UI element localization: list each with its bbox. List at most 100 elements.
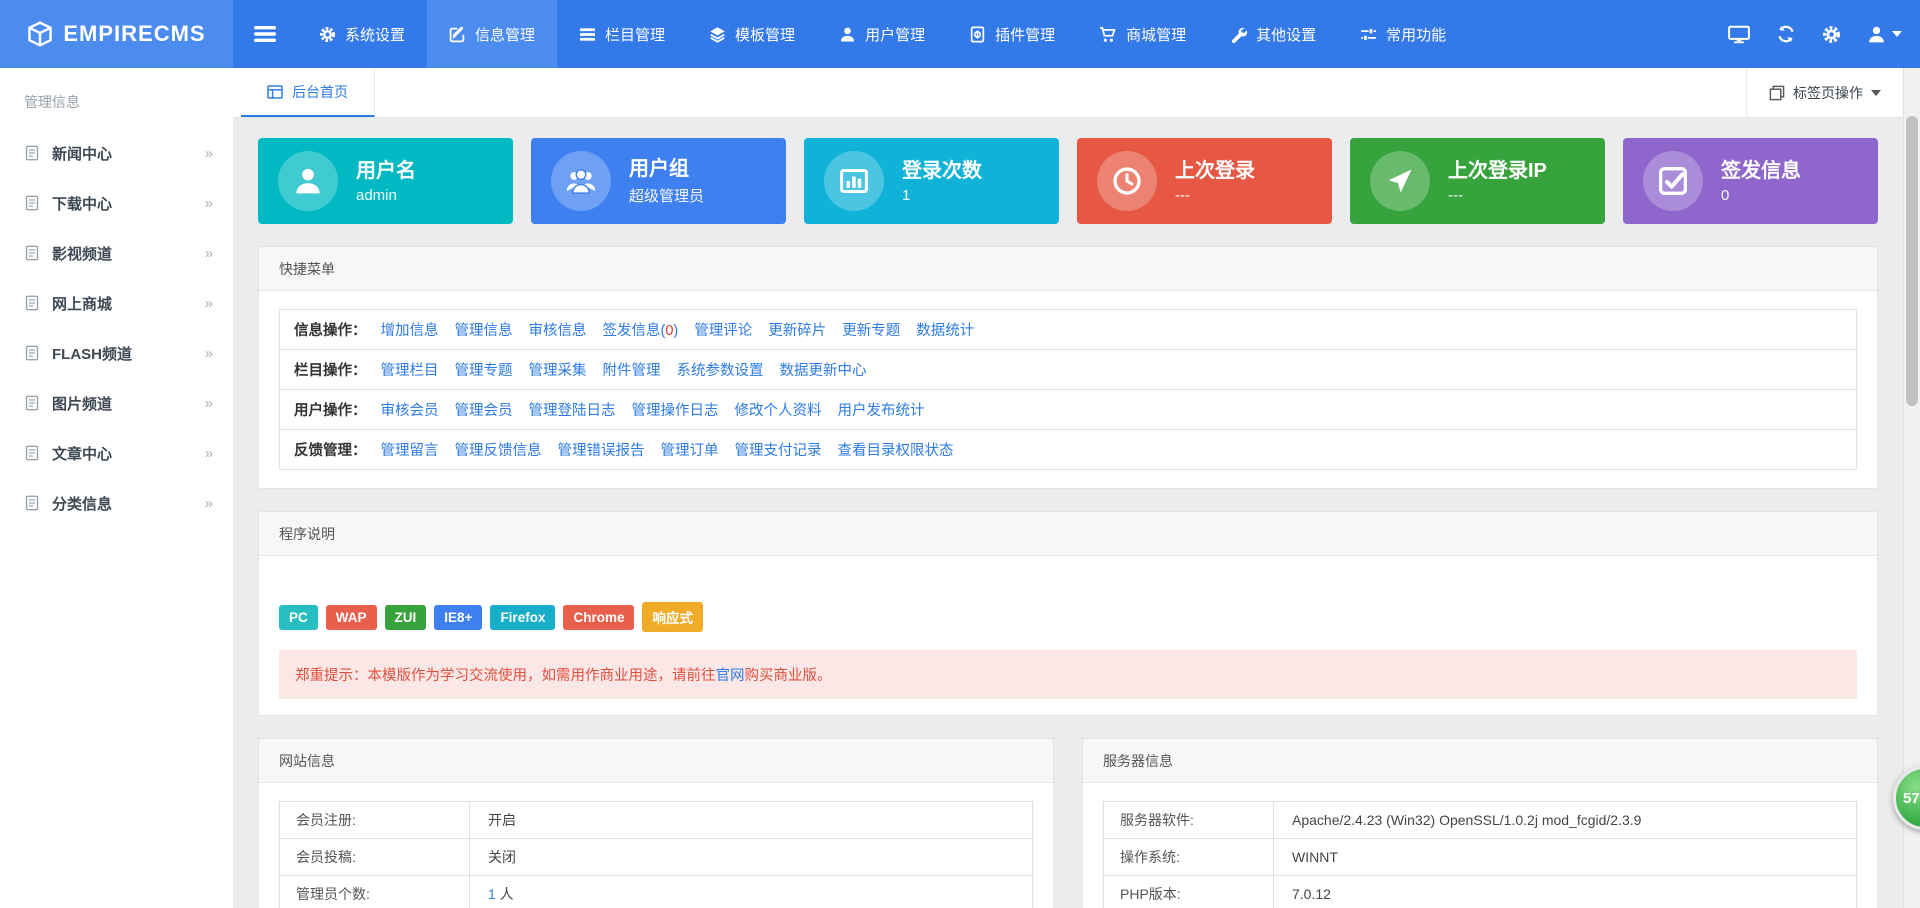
quick-link[interactable]: 用户发布统计: [838, 399, 925, 420]
document-icon: [24, 445, 40, 461]
table-row: PHP版本: 7.0.12: [1104, 876, 1856, 908]
badge-chrome: Chrome: [563, 605, 634, 630]
admin-count-link[interactable]: 1: [488, 886, 496, 902]
chevron-double-right-icon: »: [205, 345, 213, 362]
nav-item-other-settings[interactable]: 其他设置: [1208, 0, 1338, 68]
card-title: 上次登录IP: [1448, 159, 1547, 183]
user-menu-icon[interactable]: [1867, 25, 1902, 44]
card-value: 超级管理员: [629, 185, 704, 206]
windows-stack-icon: [1769, 85, 1785, 101]
sidebar-item-online-mall[interactable]: 网上商城 »: [0, 278, 233, 328]
stat-card-last-login: 上次登录 ---: [1077, 138, 1332, 224]
badge-count: 57: [1903, 790, 1920, 807]
bar-chart-icon: [824, 151, 884, 211]
quick-link[interactable]: 附件管理: [603, 359, 661, 380]
tab-operations-dropdown[interactable]: 标签页操作: [1746, 68, 1903, 117]
nav-item-user-management[interactable]: 用户管理: [817, 0, 947, 68]
nav-item-template-management[interactable]: 模板管理: [687, 0, 817, 68]
quick-link-sign-info[interactable]: 签发信息(0): [603, 319, 679, 340]
document-icon: [24, 395, 40, 411]
official-site-link[interactable]: 官网: [716, 668, 745, 684]
nav-item-label: 信息管理: [475, 24, 535, 45]
content-area: 用户名 admin 用户组 超级管理员 登录次数 1: [233, 118, 1903, 908]
brand-logo[interactable]: EMPIRECMS: [0, 0, 233, 68]
badge-ie8: IE8+: [434, 605, 482, 630]
quick-link[interactable]: 管理栏目: [381, 359, 439, 380]
nav-item-common-functions[interactable]: 常用功能: [1338, 0, 1468, 68]
nav-item-column-management[interactable]: 栏目管理: [557, 0, 687, 68]
cube-icon: [27, 21, 53, 47]
quick-link[interactable]: 修改个人资料: [735, 399, 822, 420]
tab-dashboard-home[interactable]: 后台首页: [241, 68, 375, 117]
quick-link[interactable]: 查看目录权限状态: [838, 439, 954, 460]
cart-icon: [1099, 26, 1117, 43]
nav-item-system-settings[interactable]: 系统设置: [297, 0, 427, 68]
stat-card-last-login-ip: 上次登录IP ---: [1350, 138, 1605, 224]
nav-item-plugin-management[interactable]: 插件管理: [947, 0, 1077, 68]
document-icon: [24, 345, 40, 361]
quick-link[interactable]: 管理评论: [694, 319, 752, 340]
chevron-double-right-icon: »: [205, 495, 213, 512]
stat-card-login-count: 登录次数 1: [804, 138, 1059, 224]
quick-link[interactable]: 数据统计: [916, 319, 974, 340]
sidebar-item-label: 分类信息: [52, 493, 112, 514]
nav-item-label: 商城管理: [1126, 24, 1186, 45]
badge-responsive: 响应式: [642, 602, 703, 632]
server-info-table: 服务器软件: Apache/2.4.23 (Win32) OpenSSL/1.0…: [1103, 801, 1857, 908]
nav-item-mall-management[interactable]: 商城管理: [1077, 0, 1208, 68]
chevron-double-right-icon: »: [205, 145, 213, 162]
nav-item-label: 用户管理: [865, 24, 925, 45]
table-row: 管理员个数: 1 人: [280, 876, 1032, 908]
quick-link[interactable]: 管理订单: [661, 439, 719, 460]
sidebar-item-picture-channel[interactable]: 图片频道 »: [0, 378, 233, 428]
sidebar-item-flash-channel[interactable]: FLASH频道 »: [0, 328, 233, 378]
sidebar-item-news-center[interactable]: 新闻中心 »: [0, 128, 233, 178]
nav-item-label: 系统设置: [345, 24, 405, 45]
card-title: 登录次数: [902, 159, 982, 183]
quick-link[interactable]: 数据更新中心: [780, 359, 867, 380]
row-value: Apache/2.4.23 (Win32) OpenSSL/1.0.2j mod…: [1274, 812, 1659, 828]
window-icon: [267, 84, 283, 100]
chevron-double-right-icon: »: [205, 295, 213, 312]
row-label: 栏目操作：: [294, 359, 367, 380]
quick-link[interactable]: 管理留言: [381, 439, 439, 460]
sidebar-item-article-center[interactable]: 文章中心 »: [0, 428, 233, 478]
document-icon: [24, 145, 40, 161]
quick-menu-row-feedback: 反馈管理： 管理留言 管理反馈信息 管理错误报告 管理订单 管理支付记录 查看目…: [280, 430, 1856, 469]
stat-card-username: 用户名 admin: [258, 138, 513, 224]
quick-link[interactable]: 管理操作日志: [632, 399, 719, 420]
badge-wap: WAP: [326, 605, 377, 630]
quick-link[interactable]: 管理采集: [529, 359, 587, 380]
monitor-icon[interactable]: [1728, 25, 1750, 44]
quick-link[interactable]: 管理错误报告: [558, 439, 645, 460]
quick-link[interactable]: 管理会员: [455, 399, 513, 420]
sidebar-item-classified-info[interactable]: 分类信息 »: [0, 478, 233, 528]
hamburger-menu-button[interactable]: [233, 0, 297, 68]
gear-icon[interactable]: [1822, 25, 1841, 44]
quick-link[interactable]: 管理登陆日志: [529, 399, 616, 420]
sidebar-item-video-channel[interactable]: 影视频道 »: [0, 228, 233, 278]
quick-link[interactable]: 管理专题: [455, 359, 513, 380]
quick-link[interactable]: 系统参数设置: [677, 359, 764, 380]
wrench-icon: [1230, 26, 1247, 43]
quick-link[interactable]: 更新专题: [842, 319, 900, 340]
sidebar-item-download-center[interactable]: 下载中心 »: [0, 178, 233, 228]
quick-link[interactable]: 更新碎片: [768, 319, 826, 340]
quick-link[interactable]: 管理反馈信息: [455, 439, 542, 460]
quick-menu-panel: 快捷菜单 信息操作： 增加信息 管理信息 审核信息 签发信息(0) 管理评论 更…: [258, 246, 1878, 489]
row-value: WINNT: [1274, 849, 1356, 865]
server-info-panel: 服务器信息 服务器软件: Apache/2.4.23 (Win32) OpenS…: [1082, 738, 1878, 908]
quick-link[interactable]: 增加信息: [381, 319, 439, 340]
row-label: 反馈管理：: [294, 439, 367, 460]
refresh-icon[interactable]: [1776, 24, 1796, 44]
quick-link[interactable]: 管理信息: [455, 319, 513, 340]
card-title: 签发信息: [1721, 159, 1801, 183]
nav-item-label: 其他设置: [1256, 24, 1316, 45]
quick-link[interactable]: 审核会员: [381, 399, 439, 420]
card-value: 1: [902, 187, 982, 204]
nav-item-info-management[interactable]: 信息管理: [427, 0, 557, 68]
quick-link[interactable]: 审核信息: [529, 319, 587, 340]
quick-link[interactable]: 管理支付记录: [735, 439, 822, 460]
scrollbar-thumb[interactable]: [1906, 116, 1918, 406]
plugin-icon: [969, 26, 986, 43]
